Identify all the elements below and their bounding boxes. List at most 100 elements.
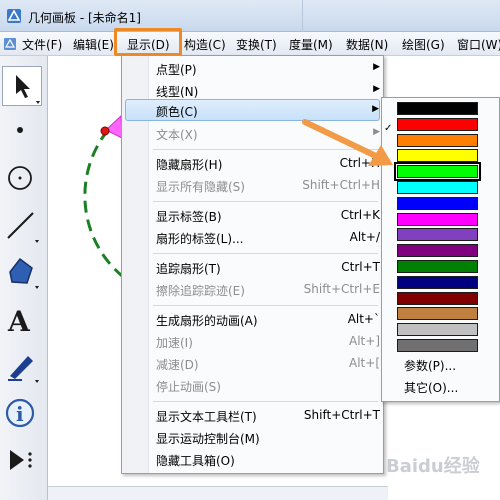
document-icon[interactable] [3, 37, 17, 51]
color-swatch[interactable] [397, 339, 478, 352]
color-swatch[interactable] [397, 133, 478, 147]
color-swatch[interactable] [397, 117, 478, 131]
menu-item-shortcut: Shift+Ctrl+H [302, 178, 380, 192]
point-icon [17, 127, 23, 133]
submenu-arrow-icon: ▶ [373, 84, 380, 94]
menu-item-label: 追踪扇形(T) [156, 262, 221, 276]
menu-item-show-all-hidden: 显示所有隐藏(S) Shift+Ctrl+H [125, 174, 380, 196]
menu-separator [153, 253, 378, 254]
display-menu-highlight-box [114, 28, 182, 56]
arrow-tool[interactable] [2, 66, 42, 106]
menu-item-label: 文本(X) [156, 128, 198, 142]
menu-data[interactable]: 数据(N) [346, 36, 388, 53]
color-swatch[interactable] [397, 307, 478, 321]
menu-separator [153, 305, 378, 306]
color-swatch[interactable] [397, 291, 478, 305]
horizontal-scrollbar[interactable] [48, 486, 388, 500]
menu-item-animate-sector[interactable]: 生成扇形的动画(A) Alt+` [125, 308, 380, 330]
menu-item-shortcut: Shift+Ctrl+E [303, 282, 380, 296]
text-a-icon: A [7, 305, 31, 338]
point-tool[interactable] [2, 112, 42, 152]
menu-item-shortcut: Alt+] [349, 334, 380, 348]
toolbox: A i [0, 56, 48, 500]
color-swatch[interactable] [397, 228, 478, 242]
menu-measure[interactable]: 度量(M) [289, 36, 333, 53]
text-tool[interactable]: A [2, 300, 42, 340]
display-dropdown-menu: 点型(P) ▶ 线型(N) ▶ 颜色(C) ▶ 文本(X) ▶ 隐藏扇形(H) … [121, 55, 384, 474]
check-mark-icon: ✓ [384, 123, 393, 134]
menu-item-label: 显示运动控制台(M) [156, 432, 260, 446]
color-params-item[interactable]: 参数(P)... [404, 357, 456, 374]
menu-item-shortcut: Alt+/ [349, 230, 380, 244]
app-icon [7, 9, 21, 23]
menu-bar: 文件(F) 编辑(E) 显示(D) 构造(C) 变换(T) 度量(M) 数据(N… [0, 32, 500, 56]
menu-file[interactable]: 文件(F) [22, 36, 62, 53]
red-point[interactable] [100, 126, 110, 136]
menu-item-hide-toolbox[interactable]: 隐藏工具箱(O) [125, 448, 380, 470]
menu-item-label: 线型(N) [156, 85, 199, 99]
menu-item-label: 点型(P) [156, 63, 197, 77]
watermark: Baidu经验 [386, 456, 480, 477]
compass-tool[interactable] [2, 158, 42, 198]
color-swatch[interactable] [397, 102, 478, 115]
menu-item-hide-sector[interactable]: 隐藏扇形(H) Ctrl+H [125, 152, 380, 174]
menu-item-shortcut: Alt+` [347, 312, 380, 326]
color-other-item[interactable]: 其它(O)... [404, 379, 458, 396]
menu-item-sector-label[interactable]: 扇形的标签(L)... Alt+/ [125, 226, 380, 248]
submenu-arrow-icon: ▶ [373, 127, 380, 137]
color-swatch[interactable] [397, 149, 478, 163]
submenu-arrow-icon: ▶ [373, 62, 380, 72]
color-swatch[interactable] [397, 196, 478, 210]
svg-text:i: i [16, 402, 24, 426]
menu-window[interactable]: 窗口(W) [457, 36, 500, 53]
color-swatch[interactable] [397, 212, 478, 226]
menu-item-text-toolbar[interactable]: 显示文本工具栏(T) Shift+Ctrl+T [125, 404, 380, 426]
menu-graph[interactable]: 绘图(G) [402, 36, 445, 53]
menu-item-trace-sector[interactable]: 追踪扇形(T) Ctrl+T [125, 256, 380, 278]
menu-item-point-style[interactable]: 点型(P) ▶ [125, 57, 380, 79]
segment-icon [7, 212, 39, 243]
menu-transform[interactable]: 变换(T) [236, 36, 277, 53]
color-swatch[interactable] [397, 275, 478, 289]
menu-item-shortcut: Ctrl+H [339, 156, 380, 170]
menu-item-label: 减速(D) [156, 358, 199, 372]
play-icon [10, 450, 32, 470]
menu-separator [153, 201, 378, 202]
polygon-tool[interactable] [2, 252, 42, 292]
line-tool[interactable] [2, 206, 42, 246]
color-submenu: ✓ 参数(P)... 其它(O)... [381, 97, 500, 402]
menu-item-color[interactable]: 颜色(C) ▶ [125, 99, 380, 121]
circle-icon [8, 166, 32, 190]
menu-item-shortcut: Ctrl+K [340, 208, 380, 222]
menu-item-label: 显示文本工具栏(T) [156, 410, 257, 424]
color-swatch[interactable] [397, 244, 478, 258]
title-bar: 几何画板 - [未命名1] [0, 0, 500, 32]
menu-item-label: 生成扇形的动画(A) [156, 314, 258, 328]
menu-item-shortcut: Ctrl+T [341, 260, 380, 274]
color-swatch[interactable] [397, 181, 478, 194]
menu-item-label: 隐藏工具箱(O) [156, 454, 235, 468]
menu-item-shortcut: Shift+Ctrl+T [303, 408, 380, 422]
menu-separator [153, 149, 378, 150]
color-swatch[interactable] [397, 323, 478, 337]
menu-item-label: 隐藏扇形(H) [156, 158, 223, 172]
selected-swatch-ring [394, 162, 481, 182]
polygon-icon [9, 257, 39, 289]
menu-item-erase-traces: 擦除追踪踪迹(E) Shift+Ctrl+E [125, 278, 380, 300]
marker-tool[interactable] [2, 346, 42, 386]
menu-construct[interactable]: 构造(C) [184, 36, 226, 53]
menu-item-show-labels[interactable]: 显示标签(B) Ctrl+K [125, 204, 380, 226]
menu-item-label: 颜色(C) [156, 105, 198, 119]
menu-item-stop-animation: 停止动画(S) [125, 374, 380, 396]
window-title: 几何画板 - [未命名1] [28, 11, 141, 25]
menu-item-label: 擦除追踪踪迹(E) [156, 284, 245, 298]
custom-tool[interactable] [2, 440, 42, 480]
menu-item-label: 显示所有隐藏(S) [156, 180, 245, 194]
menu-edit[interactable]: 编辑(E) [73, 36, 114, 53]
arrow-icon [16, 75, 40, 104]
menu-item-slow-down: 减速(D) Alt+[ [125, 352, 380, 374]
menu-item-motion-controller[interactable]: 显示运动控制台(M) [125, 426, 380, 448]
color-swatch[interactable] [397, 260, 478, 273]
menu-item-line-style[interactable]: 线型(N) ▶ [125, 79, 380, 101]
info-tool[interactable]: i [2, 394, 42, 434]
